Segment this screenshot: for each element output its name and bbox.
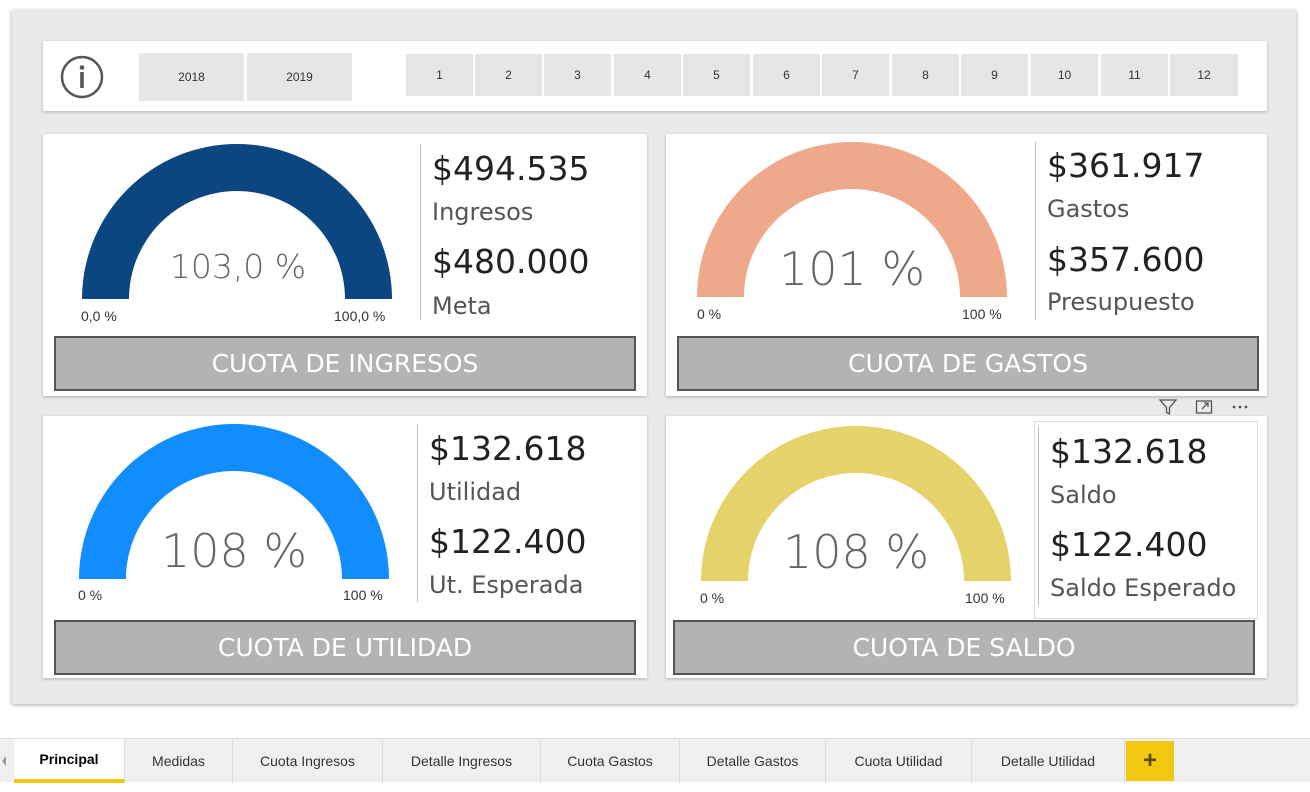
- tab-scroll-left-icon[interactable]: [0, 753, 8, 769]
- card-divider: [1035, 142, 1036, 320]
- month-slicer-5[interactable]: 5: [683, 54, 750, 96]
- month-slicer-10[interactable]: 10: [1031, 54, 1098, 96]
- kpi-label-meta: Meta: [432, 292, 492, 320]
- gauge-min-label: 0,0 %: [81, 308, 117, 324]
- filter-icon[interactable]: [1156, 395, 1180, 419]
- gauge-min-label: 0 %: [697, 306, 722, 322]
- kpi-label-ingresos: Ingresos: [432, 198, 534, 226]
- more-options-icon[interactable]: [1228, 395, 1252, 419]
- card-cuota-utilidad: 108 % 0 % 100 % $132.618 Utilidad $122.4…: [43, 416, 647, 678]
- kpi-value-ingresos: $494.535: [432, 149, 590, 188]
- add-page-button[interactable]: +: [1126, 741, 1174, 781]
- month-slicer-4[interactable]: 4: [614, 54, 681, 96]
- kpi-label-ut-esperada: Ut. Esperada: [429, 571, 584, 599]
- cuota-saldo-button[interactable]: CUOTA DE SALDO: [673, 620, 1255, 675]
- month-slicer-7[interactable]: 7: [822, 54, 889, 96]
- month-slicer-9[interactable]: 9: [961, 54, 1028, 96]
- filter-bar: 2018 2019 1 2 3 4 5 6 7 8 9 10 11 12: [43, 41, 1267, 111]
- month-slicer-2[interactable]: 2: [475, 54, 542, 96]
- tab-detalle-gastos[interactable]: Detalle Gastos: [680, 739, 826, 783]
- card-divider: [420, 144, 421, 320]
- kpi-label-presupuesto: Presupuesto: [1047, 288, 1195, 316]
- page-tab-bar: Principal Medidas Cuota Ingresos Detalle…: [0, 738, 1310, 783]
- kpi-value-meta: $480.000: [432, 242, 590, 281]
- gauge-max-label: 100 %: [343, 587, 383, 603]
- gauge-min-label: 0 %: [700, 590, 725, 606]
- month-slicer-1[interactable]: 1: [406, 54, 473, 96]
- gauge-percent: 103,0 %: [169, 247, 307, 286]
- tab-detalle-utilidad[interactable]: Detalle Utilidad: [972, 739, 1125, 783]
- cuota-ingresos-button[interactable]: CUOTA DE INGRESOS: [54, 336, 636, 391]
- visual-header-toolbar: [1150, 394, 1258, 420]
- gauge-percent: 108 %: [782, 525, 930, 579]
- year-slicer-2019[interactable]: 2019: [247, 53, 352, 101]
- month-slicer-8[interactable]: 8: [892, 54, 959, 96]
- card-cuota-gastos: 101 % 0 % 100 % $361.917 Gastos $357.600…: [666, 134, 1267, 396]
- tab-cuota-gastos[interactable]: Cuota Gastos: [541, 739, 680, 783]
- card-cuota-ingresos: 103,0 % 0,0 % 100,0 % $494.535 Ingresos …: [43, 134, 647, 396]
- tab-principal[interactable]: Principal: [14, 739, 125, 783]
- gauge-percent: 108 %: [160, 524, 308, 578]
- kpi-value-utilidad: $132.618: [429, 429, 587, 468]
- gauge-max-label: 100,0 %: [334, 308, 386, 324]
- month-slicer-11[interactable]: 11: [1101, 54, 1168, 96]
- month-slicer-12[interactable]: 12: [1170, 54, 1238, 96]
- year-slicer-2018[interactable]: 2018: [139, 53, 244, 101]
- gauge-min-label: 0 %: [78, 587, 103, 603]
- card-divider: [417, 424, 418, 602]
- gauge-percent: 101 %: [778, 242, 926, 296]
- month-slicer-3[interactable]: 3: [544, 54, 611, 96]
- kpi-value-ut-esperada: $122.400: [429, 522, 587, 561]
- tab-cuota-ingresos[interactable]: Cuota Ingresos: [233, 739, 383, 783]
- kpi-value-presupuesto: $357.600: [1047, 240, 1205, 279]
- gauge-max-label: 100 %: [965, 590, 1005, 606]
- kpi-label-utilidad: Utilidad: [429, 478, 522, 506]
- kpi-value-gastos: $361.917: [1047, 146, 1205, 185]
- cuota-utilidad-button[interactable]: CUOTA DE UTILIDAD: [54, 620, 636, 675]
- focus-mode-icon[interactable]: [1192, 395, 1216, 419]
- info-icon[interactable]: [60, 55, 104, 99]
- tab-medidas[interactable]: Medidas: [125, 739, 233, 783]
- gauge-max-label: 100 %: [962, 306, 1002, 322]
- tab-cuota-utilidad[interactable]: Cuota Utilidad: [826, 739, 972, 783]
- tab-detalle-ingresos[interactable]: Detalle Ingresos: [383, 739, 541, 783]
- cuota-gastos-button[interactable]: CUOTA DE GASTOS: [677, 336, 1259, 391]
- month-slicer-6[interactable]: 6: [753, 54, 820, 96]
- visual-focus-outline: [1034, 421, 1258, 619]
- kpi-label-gastos: Gastos: [1047, 195, 1130, 223]
